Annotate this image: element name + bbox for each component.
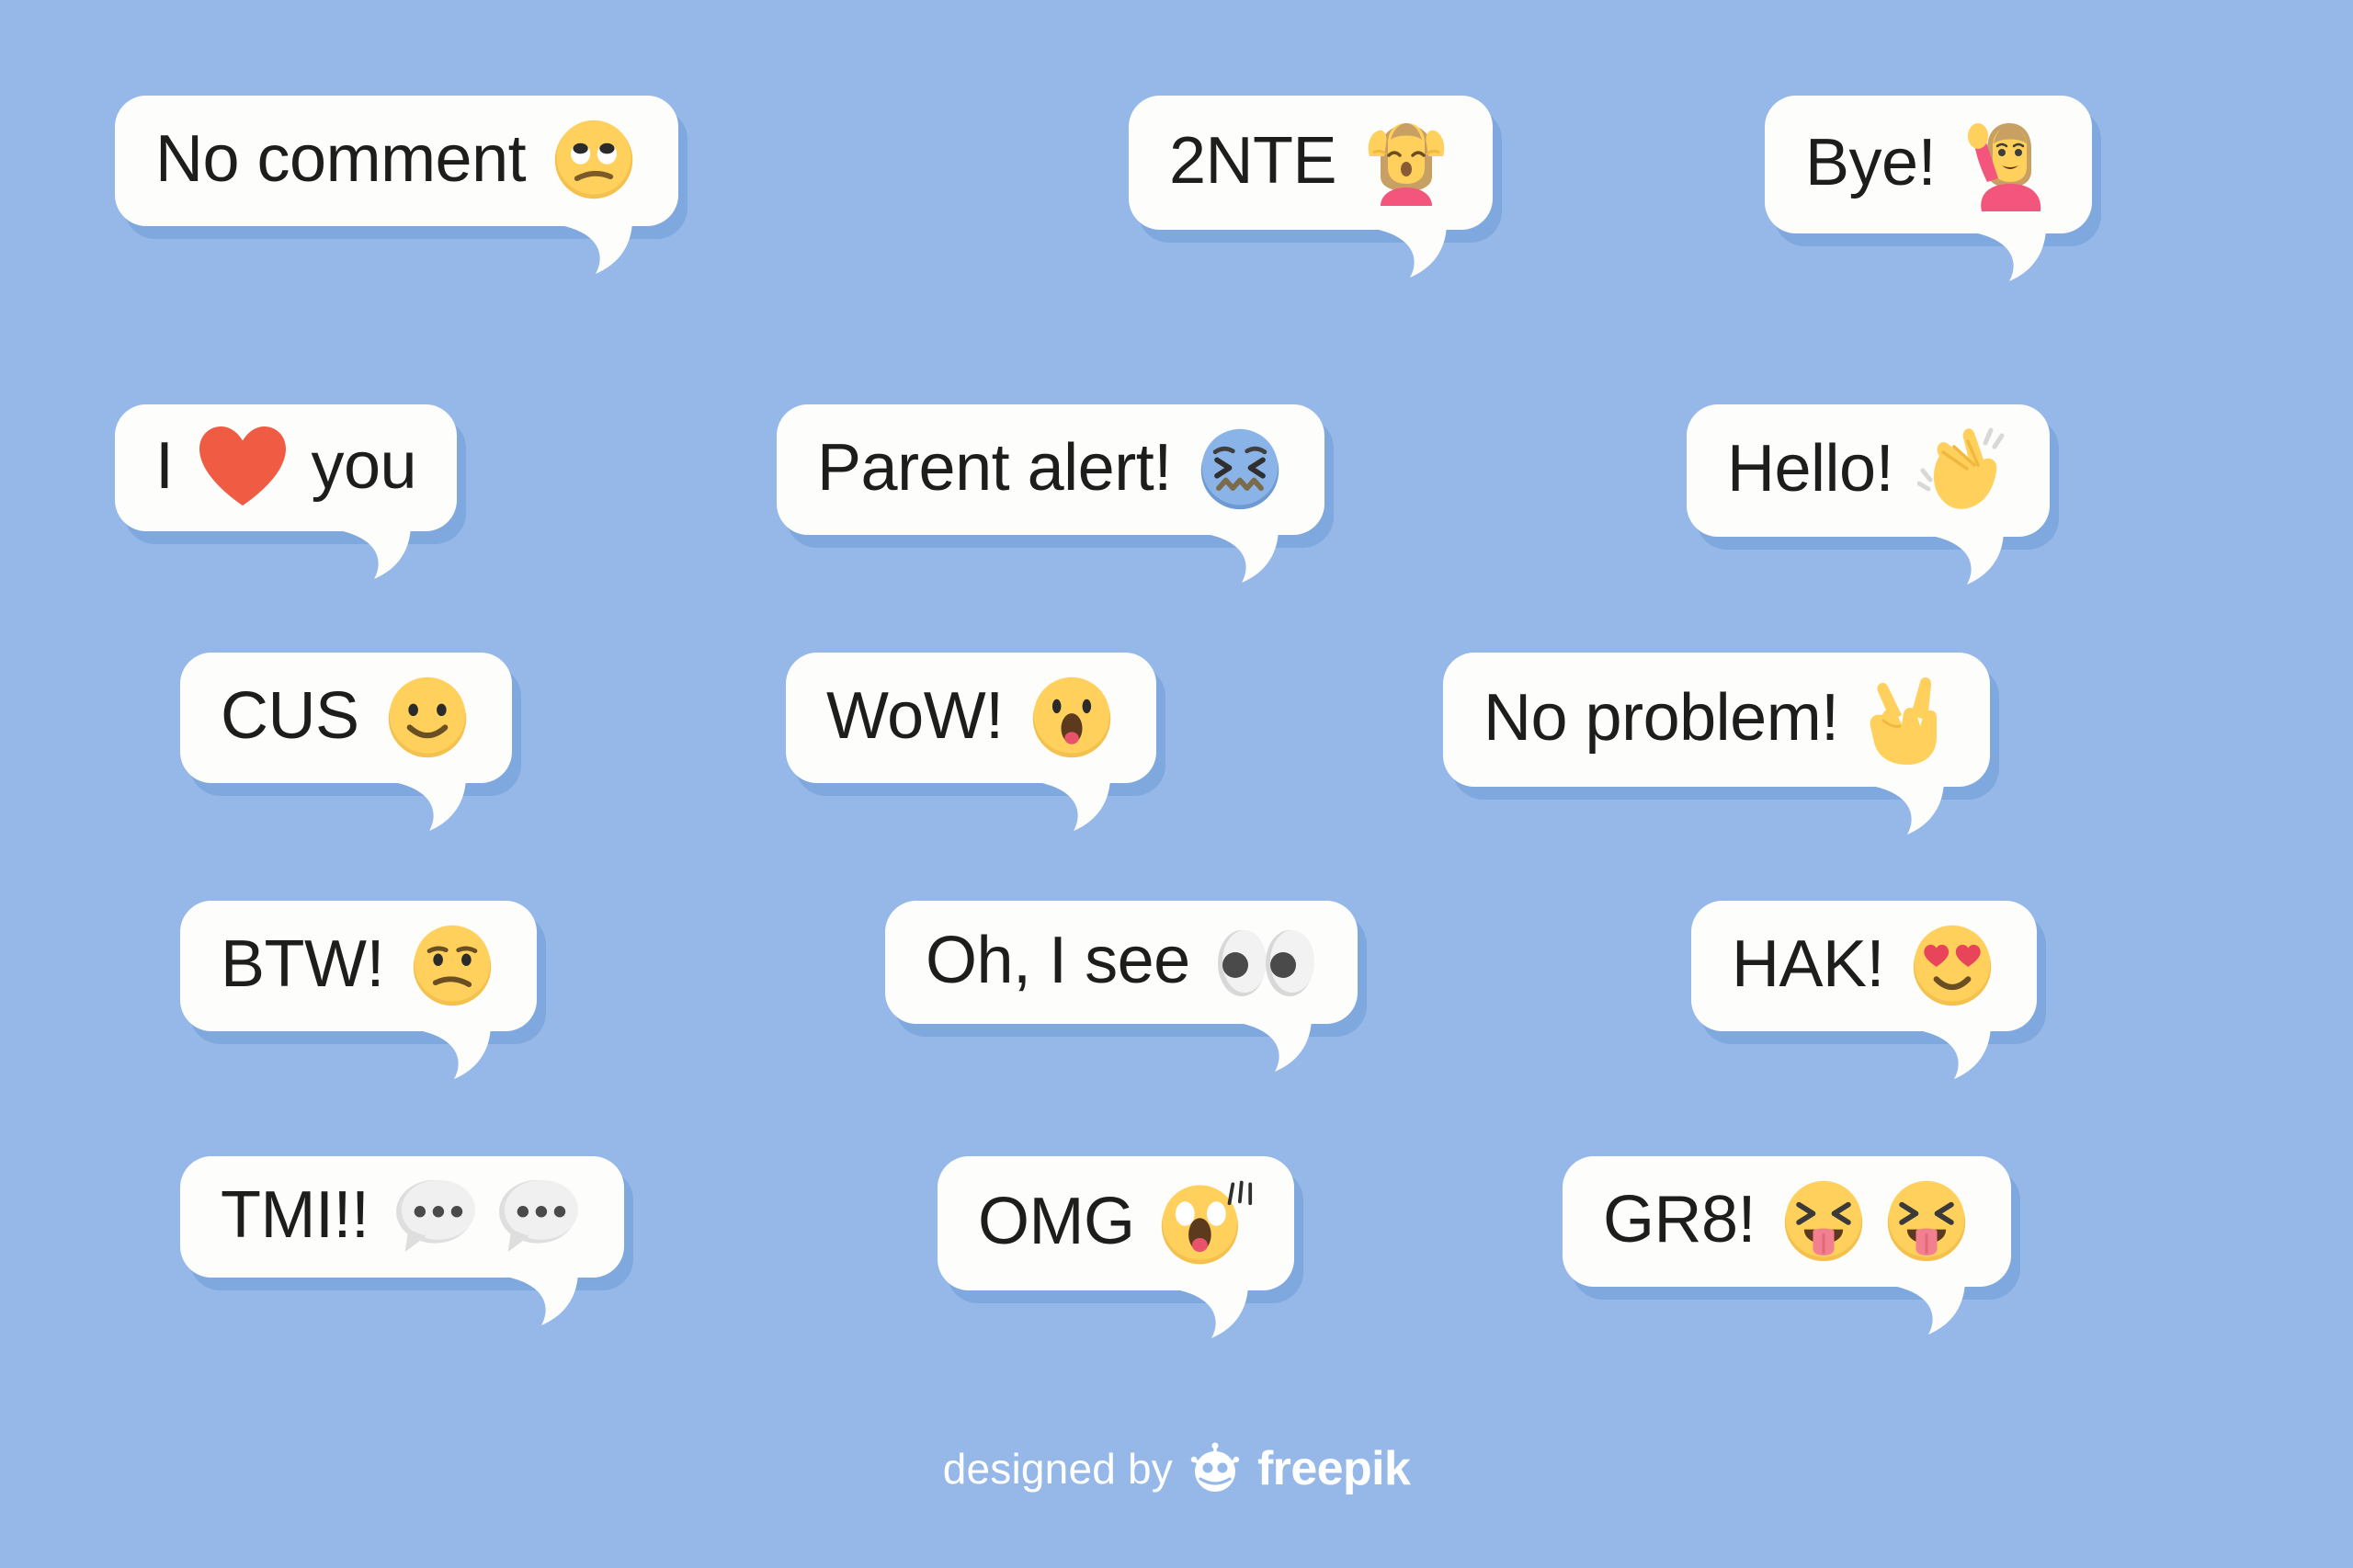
message-bubble-grid: No comment 2NTE Bye! I you Parent alert!… — [0, 0, 2353, 1434]
message-bubble-btw[interactable]: BTW! — [180, 901, 537, 1079]
message-text: No comment — [155, 122, 527, 197]
message-text: Oh, I see — [926, 924, 1190, 998]
message-text: TMI!! — [221, 1178, 369, 1253]
bubble-slot-omg: OMG — [938, 1156, 1295, 1338]
squinting-face-with-tongue-emoji — [1882, 1176, 1971, 1265]
bubble-tail — [1379, 222, 1478, 279]
bubble-slot-i-love-you: I you — [115, 404, 458, 579]
bubble-tail — [397, 776, 497, 833]
message-bubble-no-comment[interactable]: No comment — [115, 96, 679, 274]
message-bubble-bye[interactable]: Bye! — [1765, 96, 2093, 281]
message-bubble-wow[interactable]: WoW! — [786, 653, 1156, 831]
message-bubble-omg[interactable]: OMG — [938, 1156, 1295, 1338]
bubble-tail — [422, 1024, 522, 1081]
message-text: OMG — [978, 1185, 1135, 1259]
astonished-face-emoji — [1158, 1176, 1254, 1268]
bubble-tail — [1210, 528, 1310, 585]
squinting-face-with-tongue-emoji — [1779, 1176, 1868, 1265]
message-bubble-gr8[interactable]: GR8! — [1563, 1156, 2012, 1335]
message-bubble-tmi[interactable]: TMI!! — [180, 1156, 625, 1325]
message-bubble-parent-alert[interactable]: Parent alert! — [777, 404, 1324, 583]
message-text: HAK! — [1732, 927, 1885, 1002]
smiling-face-with-heart-eyes-emoji — [1908, 921, 1996, 1009]
bubble-slot-wow: WoW! — [786, 653, 1156, 831]
message-text: Parent alert! — [817, 431, 1172, 506]
message-bubble-cus[interactable]: CUS — [180, 653, 512, 831]
eyes-emoji — [1214, 921, 1317, 1002]
bubble-tail — [343, 524, 442, 581]
message-text: GR8! — [1603, 1183, 1756, 1257]
speech-balloon-emoji-pair — [392, 1176, 584, 1256]
red-heart-emoji — [198, 425, 288, 509]
bubble-slot-hello: Hello! — [1687, 404, 2051, 585]
message-bubble-hak[interactable]: HAK! — [1691, 901, 2038, 1079]
bubble-tail — [1923, 1024, 2022, 1081]
bubble-slot-oh-i-see: Oh, I see — [885, 901, 1358, 1072]
bubble-tail — [510, 1270, 609, 1327]
squinting-face-with-tongue-emoji-pair — [1779, 1176, 1971, 1265]
bubble-tail — [1041, 776, 1142, 833]
message-bubble-2nte[interactable]: 2NTE — [1129, 96, 1494, 278]
freepik-robot-logo — [1188, 1442, 1243, 1495]
face-with-rolling-eyes-emoji — [550, 116, 638, 204]
message-text: 2NTE — [1169, 124, 1337, 199]
message-bubble-oh-i-see[interactable]: Oh, I see — [885, 901, 1358, 1072]
bubble-tail — [1936, 529, 2035, 586]
confused-face-emoji — [408, 921, 496, 1009]
speech-balloon-emoji — [392, 1176, 481, 1256]
bubble-slot-gr8: GR8! — [1563, 1156, 2012, 1335]
speech-balloon-emoji — [495, 1176, 584, 1256]
message-bubble-hello[interactable]: Hello! — [1687, 404, 2051, 585]
message-bubble-no-problem[interactable]: No problem! — [1443, 653, 1990, 835]
bubble-slot-btw: BTW! — [180, 901, 537, 1079]
bubble-tail — [564, 219, 664, 276]
message-text: CUS — [221, 679, 359, 754]
message-bubble-i-love-you[interactable]: I you — [115, 404, 458, 579]
victory-hand-emoji — [1863, 673, 1949, 765]
bubble-tail — [1978, 226, 2077, 283]
waving-hand-emoji — [1917, 425, 2009, 515]
slightly-smiling-face-emoji — [383, 673, 472, 761]
bubble-slot-tmi: TMI!! — [180, 1156, 625, 1325]
message-text: Hello! — [1727, 432, 1894, 506]
bubble-slot-parent-alert: Parent alert! — [777, 404, 1324, 583]
message-text-suffix: you — [311, 429, 417, 504]
message-text: WoW! — [826, 679, 1004, 754]
blue-confounded-face-emoji — [1196, 425, 1284, 513]
message-text: No problem! — [1483, 681, 1839, 756]
bubble-tail — [1875, 779, 1975, 836]
message-text-prefix: I — [155, 429, 174, 504]
illustration-canvas: No comment 2NTE Bye! I you Parent alert!… — [0, 0, 2353, 1568]
bubble-slot-2nte: 2NTE — [1129, 96, 1494, 278]
face-with-open-mouth-emoji — [1028, 673, 1116, 761]
bubble-tail — [1243, 1017, 1343, 1074]
bubble-slot-hak: HAK! — [1691, 901, 2038, 1079]
message-text: Bye! — [1805, 126, 1937, 200]
attribution-text: designed by — [942, 1445, 1173, 1493]
bubble-slot-bye: Bye! — [1765, 96, 2093, 281]
bubble-tail — [1180, 1283, 1279, 1340]
person-getting-massage-emoji — [1360, 116, 1452, 208]
bubble-slot-no-comment: No comment — [115, 96, 679, 274]
person-raising-hand-emoji — [1960, 116, 2052, 211]
freepik-brand-text: freepik — [1256, 1442, 1411, 1495]
message-text: BTW! — [221, 927, 384, 1002]
bubble-tail — [1897, 1279, 1996, 1336]
bubble-slot-cus: CUS — [180, 653, 512, 831]
bubble-slot-no-problem: No problem! — [1443, 653, 1990, 835]
freepik-attribution: designed by freepik — [0, 1441, 2353, 1496]
